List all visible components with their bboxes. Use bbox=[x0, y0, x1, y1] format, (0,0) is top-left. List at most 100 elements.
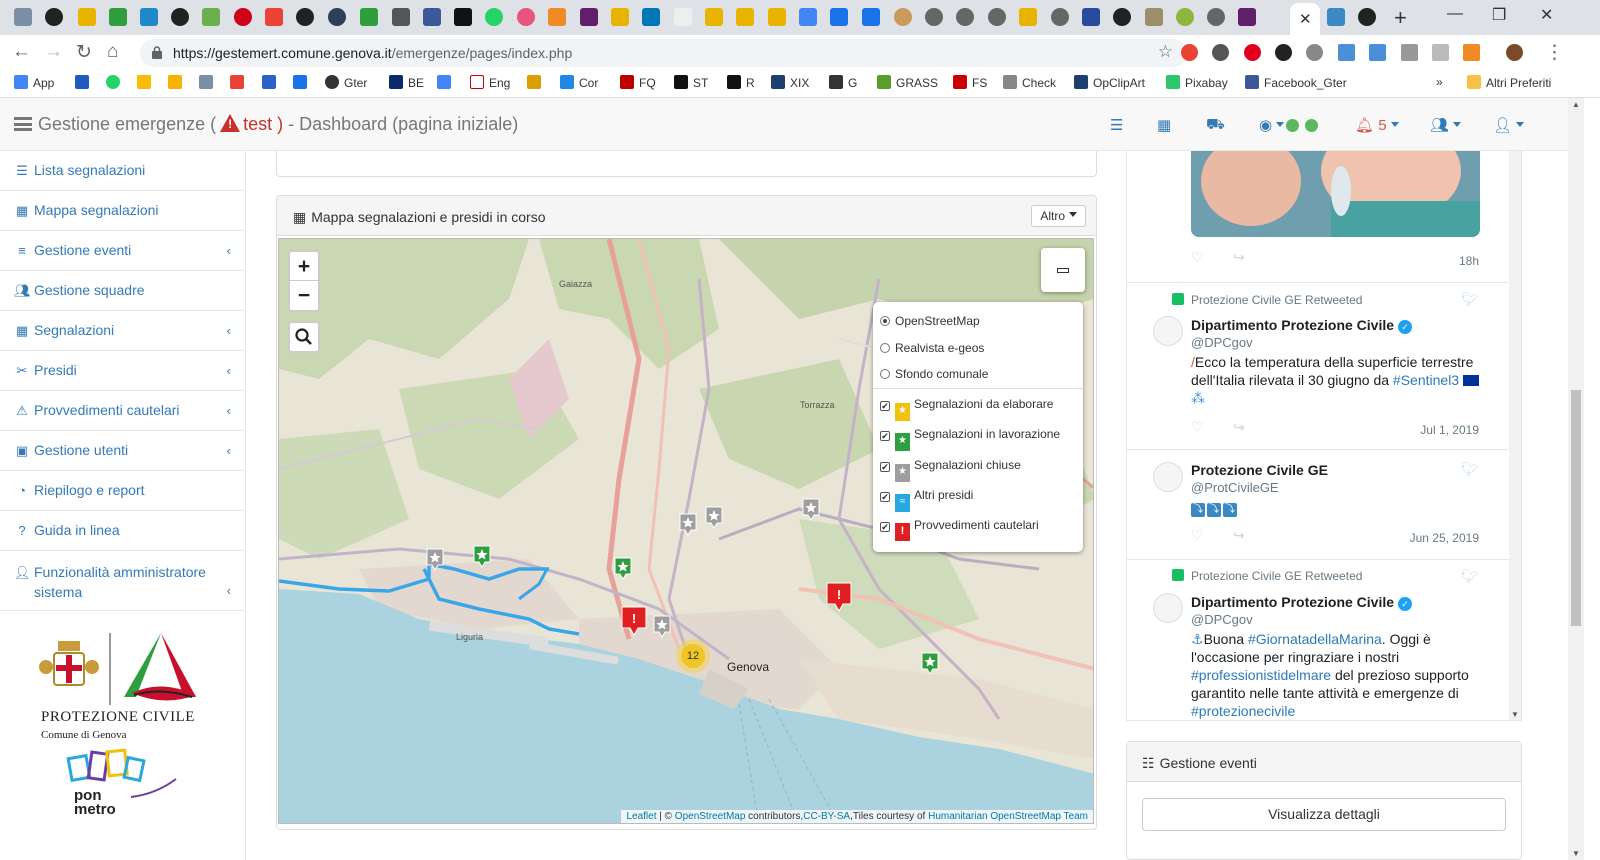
sidebar-item-provvedimenti-cautelari[interactable]: ⚠︎ Provvedimenti cautelari ‹ bbox=[0, 391, 245, 431]
visualizza-dettagli-button[interactable]: Visualizza dettagli bbox=[1142, 798, 1506, 831]
user-dropdown[interactable]: 👤︎ bbox=[1493, 116, 1525, 134]
tab-favicon[interactable] bbox=[1327, 8, 1345, 26]
truck-menu-icon[interactable]: ⛟ bbox=[1206, 116, 1225, 135]
home-icon[interactable]: ⌂ bbox=[107, 41, 118, 63]
bookmark-fs[interactable]: FS bbox=[953, 75, 987, 90]
marker-segnalazione-chiusa[interactable] bbox=[678, 512, 698, 536]
extension-icon[interactable] bbox=[1401, 44, 1418, 61]
tweet-author-name[interactable]: Dipartimento Protezione Civile ✓ bbox=[1191, 317, 1413, 334]
bookmark-icon-only[interactable] bbox=[437, 75, 456, 90]
notifications-dropdown[interactable]: 🔔︎ 5 bbox=[1355, 116, 1399, 134]
extension-icon[interactable] bbox=[1212, 44, 1229, 61]
bookmark-gter[interactable]: Gter bbox=[325, 75, 367, 90]
extension-icon[interactable] bbox=[1275, 44, 1292, 61]
base-layer-sfondo-comunale[interactable]: Sfondo comunale bbox=[880, 367, 988, 381]
checkbox[interactable]: ✔ bbox=[880, 431, 890, 441]
bookmark-facebook-gter[interactable]: Facebook_Gter bbox=[1245, 75, 1347, 90]
extension-icon[interactable] bbox=[1369, 44, 1386, 61]
status-dropdown[interactable]: ◉ bbox=[1259, 116, 1319, 134]
bookmark-star-icon[interactable]: ☆ bbox=[1158, 42, 1173, 62]
tab-favicon[interactable] bbox=[768, 8, 786, 26]
extension-icon[interactable] bbox=[1338, 44, 1355, 61]
browser-menu-icon[interactable]: ⋮ bbox=[1545, 41, 1564, 64]
twitter-bird-icon[interactable]: 🐦︎ bbox=[1461, 568, 1479, 585]
active-tab[interactable]: ✕ bbox=[1290, 3, 1320, 35]
map-search-button[interactable] bbox=[288, 321, 320, 353]
overlay-segnalazioni-in-lavorazione[interactable]: ✔ ★ Segnalazioni in lavorazione bbox=[880, 427, 1060, 451]
close-tab-icon[interactable]: ✕ bbox=[1299, 10, 1312, 28]
tab-favicon[interactable] bbox=[894, 8, 912, 26]
overlay-segnalazioni-chiuse[interactable]: ✔ ★ Segnalazioni chiuse bbox=[880, 458, 1021, 482]
bookmark-r[interactable]: R bbox=[727, 75, 755, 90]
extension-icon[interactable] bbox=[1181, 44, 1198, 61]
tab-favicon[interactable] bbox=[234, 8, 252, 26]
tab-favicon[interactable] bbox=[109, 8, 127, 26]
scroll-down-arrow-icon[interactable]: ▼ bbox=[1511, 710, 1519, 719]
extension-icon[interactable] bbox=[1432, 44, 1449, 61]
tab-favicon[interactable] bbox=[171, 8, 189, 26]
tab-favicon[interactable] bbox=[423, 8, 441, 26]
bookmark-check[interactable]: Check bbox=[1003, 75, 1056, 90]
page-title[interactable]: Gestione emergenze (test ) - Dashboard (… bbox=[38, 114, 518, 135]
tab-favicon[interactable] bbox=[925, 8, 943, 26]
twitter-bird-icon[interactable]: 🐦︎ bbox=[1461, 291, 1479, 308]
extension-icon[interactable] bbox=[1306, 44, 1323, 61]
extension-icon[interactable] bbox=[1244, 44, 1261, 61]
tweet-time[interactable]: Jul 1, 2019 bbox=[1420, 423, 1479, 437]
address-bar[interactable]: https://gestemert.comune.genova.it/emerg… bbox=[140, 39, 1187, 67]
tab-favicon[interactable] bbox=[78, 8, 96, 26]
back-arrow-icon[interactable]: ← bbox=[12, 41, 31, 63]
radio-button[interactable] bbox=[880, 316, 890, 326]
tab-favicon[interactable] bbox=[736, 8, 754, 26]
bookmark-icon-only[interactable] bbox=[293, 75, 312, 90]
tab-favicon[interactable] bbox=[1238, 8, 1256, 26]
extension-icon[interactable] bbox=[1463, 44, 1480, 61]
checkbox[interactable]: ✔ bbox=[880, 492, 890, 502]
bookmark-icon-only[interactable] bbox=[75, 75, 94, 90]
heart-icon[interactable]: ♡ bbox=[1191, 249, 1204, 266]
tab-favicon[interactable] bbox=[265, 8, 283, 26]
share-icon[interactable]: ↪ bbox=[1233, 419, 1245, 436]
bookmark-icon-only[interactable] bbox=[199, 75, 218, 90]
avatar[interactable] bbox=[1153, 316, 1183, 346]
checkbox[interactable]: ✔ bbox=[880, 462, 890, 472]
twitter-bird-icon[interactable]: 🐦︎ bbox=[1461, 461, 1479, 478]
sidebar-item-mappa-segnalazioni[interactable]: ▦ Mappa segnalazioni bbox=[0, 191, 245, 231]
bookmark-altri-preferiti[interactable]: Altri Preferiti bbox=[1467, 75, 1551, 90]
map-menu-icon[interactable]: ▦ bbox=[1157, 116, 1171, 134]
tab-favicon[interactable] bbox=[1207, 8, 1225, 26]
bookmark-cor[interactable]: Cor bbox=[560, 75, 598, 90]
tweet-time[interactable]: Jun 25, 2019 bbox=[1410, 531, 1479, 545]
bookmark-icon-only[interactable] bbox=[106, 75, 125, 90]
marker-segnalazione-chiusa[interactable] bbox=[652, 614, 672, 638]
radio-button[interactable] bbox=[880, 343, 890, 353]
minimize-icon[interactable]: — bbox=[1447, 5, 1463, 23]
leaflet-link[interactable]: Leaflet bbox=[626, 811, 656, 822]
tab-favicon[interactable] bbox=[1082, 8, 1100, 26]
tab-favicon[interactable] bbox=[360, 8, 378, 26]
marker-segnalazione-chiusa[interactable] bbox=[425, 547, 445, 571]
bookmark-xix[interactable]: XIX bbox=[771, 75, 809, 90]
base-layer-openstreetmap[interactable]: OpenStreetMap bbox=[880, 314, 980, 328]
tab-favicon[interactable] bbox=[1176, 8, 1194, 26]
tab-favicon[interactable] bbox=[611, 8, 629, 26]
bookmark-eng[interactable]: Eng bbox=[470, 75, 510, 90]
bookmark-pixabay[interactable]: Pixabay bbox=[1166, 75, 1228, 90]
share-icon[interactable]: ↪ bbox=[1233, 527, 1245, 544]
zoom-out-button[interactable]: − bbox=[290, 281, 318, 310]
share-icon[interactable]: ↪ bbox=[1233, 249, 1245, 266]
tweet-author-name[interactable]: Dipartimento Protezione Civile ✓ bbox=[1191, 594, 1413, 611]
sidebar-item-lista-segnalazioni[interactable]: ☰ Lista segnalazioni bbox=[0, 151, 245, 191]
marker-segnalazione-in-lavorazione[interactable] bbox=[613, 556, 633, 580]
avatar[interactable] bbox=[1153, 593, 1183, 623]
scrollbar-thumb[interactable] bbox=[1571, 390, 1581, 626]
tab-favicon[interactable] bbox=[328, 8, 346, 26]
tab-favicon[interactable] bbox=[1145, 8, 1163, 26]
twitter-timeline[interactable]: ♡ ↪ 18h Protezione Civile GE Retweeted 🐦… bbox=[1126, 151, 1522, 721]
tab-favicon[interactable] bbox=[140, 8, 158, 26]
hot-link[interactable]: Humanitarian OpenStreetMap Team bbox=[928, 811, 1088, 822]
marker-provvedimento-cautelare[interactable]: ! bbox=[621, 606, 647, 637]
restore-icon[interactable]: ❐ bbox=[1492, 5, 1506, 25]
bookmark-icon-only[interactable] bbox=[137, 75, 156, 90]
sidebar-item-gestione-eventi[interactable]: ≡ Gestione eventi ‹ bbox=[0, 231, 245, 271]
